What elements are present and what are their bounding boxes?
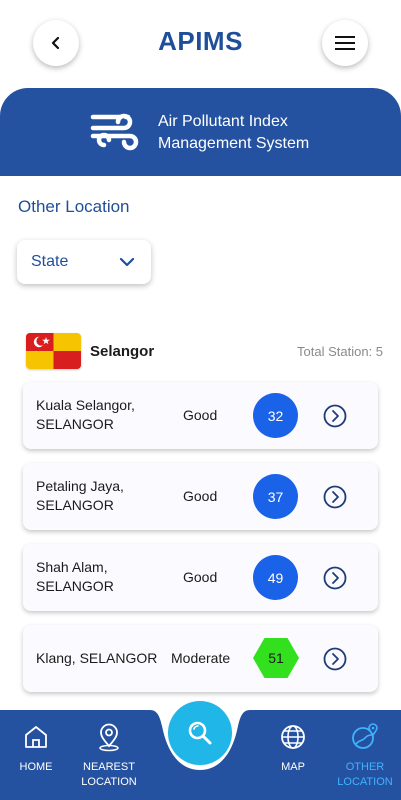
state-dropdown[interactable]: State	[17, 240, 151, 284]
api-value-badge: 37	[253, 474, 298, 519]
home-icon	[25, 726, 47, 748]
search-button[interactable]	[168, 701, 232, 765]
station-card[interactable]: Shah Alam, SELANGOR Good 49	[23, 544, 378, 611]
api-value-badge: 49	[253, 555, 298, 600]
nav-nearest-line2: LOCATION	[81, 776, 137, 788]
section-title: Other Location	[18, 197, 130, 216]
station-name-line1: Kuala Selangor,	[36, 397, 135, 413]
station-card[interactable]: Kuala Selangor, SELANGOR Good 32	[23, 382, 378, 449]
banner-title-line1: Air Pollutant Index	[158, 113, 288, 130]
station-name-line2: SELANGOR	[36, 497, 114, 513]
station-status: Good	[183, 407, 218, 423]
station-card[interactable]: Klang, SELANGOR Moderate 51	[23, 625, 378, 692]
station-status: Good	[183, 569, 218, 585]
station-name-line1: Shah Alam,	[36, 559, 108, 575]
nav-home[interactable]: HOME	[14, 710, 58, 800]
nav-other-line2: LOCATION	[337, 776, 393, 788]
system-banner: Air Pollutant Index Management System	[0, 88, 401, 176]
state-dropdown-label: State	[31, 253, 69, 270]
nav-nearest-location[interactable]: NEAREST LOCATION	[73, 710, 145, 800]
nav-other-label: OTHER LOCATION	[337, 760, 392, 790]
station-name: Petaling Jaya, SELANGOR	[36, 477, 176, 515]
chevron-right-circle-icon[interactable]	[323, 485, 347, 509]
api-value-badge: 32	[253, 393, 298, 438]
nav-map-label: MAP	[281, 761, 305, 773]
hamburger-menu-icon	[335, 36, 355, 50]
chevron-down-icon	[119, 257, 135, 267]
nav-nearest-line1: NEAREST	[83, 761, 135, 773]
map-location-icon	[352, 723, 378, 749]
selangor-flag-icon	[26, 333, 81, 369]
search-icon	[188, 721, 212, 745]
station-name-line1: Petaling Jaya,	[36, 478, 124, 494]
state-header: Selangor Total Station: 5	[26, 333, 386, 369]
nav-map[interactable]: MAP	[273, 710, 313, 800]
location-pin-icon	[99, 723, 119, 752]
nav-home-label: HOME	[19, 761, 53, 773]
globe-icon	[281, 725, 305, 749]
state-name: Selangor	[90, 343, 155, 360]
station-name: Shah Alam, SELANGOR	[36, 558, 176, 596]
chevron-right-circle-icon[interactable]	[323, 647, 347, 671]
station-status: Moderate	[171, 650, 231, 666]
total-station-count: Total Station: 5	[297, 344, 383, 359]
wind-icon	[90, 113, 139, 151]
nav-other-location[interactable]: OTHER LOCATION	[330, 710, 400, 800]
station-name-line2: SELANGOR	[36, 578, 114, 594]
menu-button[interactable]	[322, 20, 368, 66]
banner-title-line2: Management System	[158, 135, 310, 152]
station-status: Good	[183, 488, 218, 504]
station-card[interactable]: Petaling Jaya, SELANGOR Good 37	[23, 463, 378, 530]
top-bar: APIMS	[0, 0, 401, 88]
chevron-right-circle-icon[interactable]	[323, 566, 347, 590]
station-name-line2: SELANGOR	[36, 416, 114, 432]
nav-nearest-label: NEAREST LOCATION	[81, 760, 136, 790]
station-name: Kuala Selangor, SELANGOR	[36, 396, 176, 434]
api-value-label: 51	[268, 650, 284, 666]
banner-title: Air Pollutant Index Management System	[158, 111, 309, 155]
nav-other-line1: OTHER	[345, 761, 385, 773]
chevron-right-circle-icon[interactable]	[323, 404, 347, 428]
